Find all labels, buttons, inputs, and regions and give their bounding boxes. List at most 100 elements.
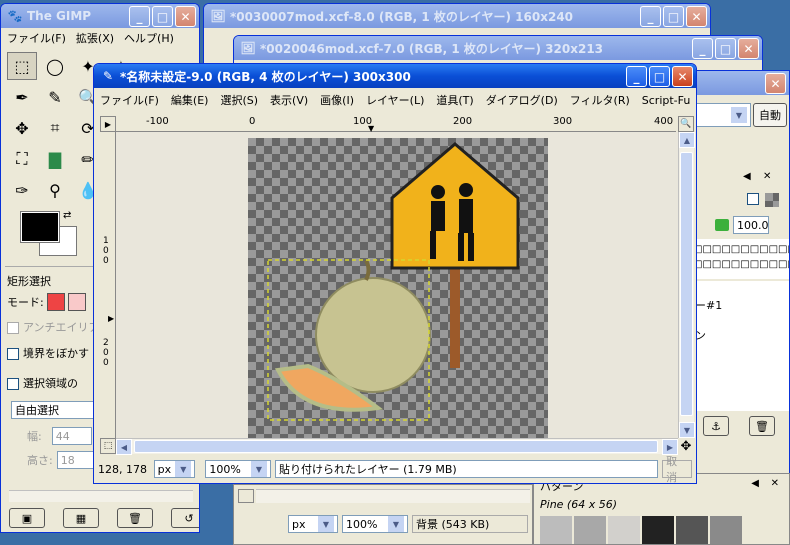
close-button[interactable]: ✕: [175, 6, 196, 27]
dock-arrow-icon[interactable]: ◀: [743, 171, 751, 182]
maximize-button[interactable]: □: [649, 66, 670, 87]
menu-arrow-icon[interactable]: ▶: [100, 116, 116, 132]
horizontal-scrollbar[interactable]: ◀ ▶: [116, 438, 678, 455]
path-tool-icon[interactable]: ✒: [7, 83, 37, 111]
airbrush-tool-icon[interactable]: ✑: [7, 176, 37, 204]
close-icon[interactable]: ✕: [771, 478, 779, 489]
foreground-color-swatch[interactable]: [20, 211, 60, 243]
minimize-button[interactable]: _: [129, 6, 150, 27]
zoom-select[interactable]: 100% ▼: [342, 515, 408, 533]
mode-add-button[interactable]: [67, 293, 86, 311]
maximize-button[interactable]: □: [715, 38, 736, 59]
menu-edit[interactable]: 編集(E): [171, 92, 209, 108]
titlebar[interactable]: 🐾 The GIMP _ □ ✕: [1, 4, 199, 28]
dock-titlebar[interactable]: ✕: [691, 71, 789, 95]
scroll-down-icon[interactable]: ▼: [679, 422, 695, 438]
cancel-button[interactable]: 取消: [662, 455, 693, 483]
reset-options-button[interactable]: ↺: [171, 508, 199, 528]
feather-checkbox[interactable]: [7, 348, 19, 360]
pattern-swatch[interactable]: [574, 516, 606, 544]
menu-file[interactable]: ファイル(F): [7, 30, 66, 46]
rect-select-tool-icon[interactable]: ⬚: [7, 52, 37, 80]
mode-replace-button[interactable]: [46, 293, 65, 311]
pattern-swatch[interactable]: [676, 516, 708, 544]
menu-tools[interactable]: 道具(T): [436, 92, 473, 108]
quick-mask-icon[interactable]: ⬚: [100, 438, 116, 454]
menu-layer[interactable]: レイヤー(L): [366, 92, 424, 108]
layer-list[interactable]: ー#1 ン: [691, 281, 789, 411]
menu-view[interactable]: 表示(V): [270, 92, 308, 108]
vertical-scrollbar[interactable]: ▲ ▼: [678, 132, 695, 438]
menu-script-fu[interactable]: Script-Fu: [642, 94, 691, 107]
opacity-slider[interactable]: [715, 219, 729, 231]
layer-list-header[interactable]: □□□□□□□□□□□□ □□□□□□□□□□□□: [691, 239, 789, 279]
crop-tool-icon[interactable]: ⌗: [40, 114, 70, 142]
titlebar[interactable]: 🖼 *0020046mod.xcf-7.0 (RGB, 1 枚のレイヤー) 32…: [234, 36, 762, 60]
horizontal-ruler[interactable]: -100 0 100 200 300 400 ▼: [116, 116, 676, 133]
restore-options-button[interactable]: ▦: [63, 508, 99, 528]
menu-filters[interactable]: フィルタ(R): [570, 92, 630, 108]
vertical-ruler[interactable]: 1 0 0 2 0 0 ▶: [100, 132, 116, 438]
layer-row[interactable]: ン: [695, 321, 787, 351]
minimize-button[interactable]: _: [626, 66, 647, 87]
canvas-viewport[interactable]: [116, 132, 678, 438]
width-input[interactable]: 44: [51, 427, 92, 445]
scroll-up-icon[interactable]: ▲: [679, 132, 695, 148]
close-button[interactable]: ✕: [765, 73, 786, 94]
unit-select[interactable]: px ▼: [288, 515, 338, 533]
close-icon[interactable]: ✕: [763, 171, 771, 182]
menu-select[interactable]: 選択(S): [220, 92, 258, 108]
minimize-button[interactable]: _: [640, 6, 661, 27]
pattern-swatch[interactable]: [710, 516, 742, 544]
pattern-swatch[interactable]: [540, 516, 572, 544]
menu-dialogs[interactable]: ダイアログ(D): [486, 92, 558, 108]
titlebar[interactable]: ✎ *名称未設定-9.0 (RGB, 4 枚のレイヤー) 300x300 _ □…: [94, 64, 696, 88]
titlebar[interactable]: 🖼 *0030007mod.xcf-8.0 (RGB, 1 枚のレイヤー) 16…: [204, 4, 710, 28]
lock-checkbox[interactable]: [747, 193, 759, 205]
anchor-layer-button[interactable]: ⚓: [703, 416, 729, 436]
menu-image[interactable]: 画像(I): [320, 92, 354, 108]
dock-arrow-icon[interactable]: ◀: [751, 478, 759, 489]
unit-select[interactable]: px ▼: [153, 460, 196, 478]
pattern-grid[interactable]: [540, 516, 742, 544]
pattern-swatch[interactable]: [642, 516, 674, 544]
minimize-button[interactable]: _: [692, 38, 713, 59]
maximize-button[interactable]: □: [152, 6, 173, 27]
delete-layer-button[interactable]: 🗑: [749, 416, 775, 436]
clone-tool-icon[interactable]: ⚲: [40, 176, 70, 204]
select-mode-dropdown[interactable]: 自由選択: [11, 401, 95, 419]
swap-colors-icon[interactable]: ⇄: [63, 210, 71, 221]
options-scrollbar[interactable]: [9, 490, 193, 502]
image-select[interactable]: ▼: [691, 103, 751, 127]
menu-extensions[interactable]: 拡張(X): [76, 30, 114, 46]
navigate-icon[interactable]: ✥: [678, 438, 694, 454]
bucket-fill-tool-icon[interactable]: ⛶: [7, 145, 37, 173]
delete-options-button[interactable]: 🗑: [117, 508, 153, 528]
menu-help[interactable]: ヘルプ(H): [124, 30, 174, 46]
color-picker-tool-icon[interactable]: ✎: [40, 83, 70, 111]
auto-button[interactable]: 自動: [753, 103, 787, 127]
opacity-input[interactable]: 100.0: [733, 216, 769, 234]
navigate-icon[interactable]: [238, 489, 254, 503]
antialias-checkbox[interactable]: [7, 322, 19, 334]
lock-alpha-icon[interactable]: [765, 193, 779, 207]
blend-tool-icon[interactable]: ▇: [40, 145, 70, 173]
horizontal-scrollbar[interactable]: [256, 489, 530, 503]
menu-file[interactable]: ファイル(F): [100, 92, 159, 108]
move-tool-icon[interactable]: ✥: [7, 114, 37, 142]
image-canvas[interactable]: [248, 138, 548, 438]
ellipse-select-tool-icon[interactable]: ◯: [40, 52, 70, 80]
horizontal-scroll-thumb[interactable]: [134, 440, 658, 453]
close-button[interactable]: ✕: [738, 38, 759, 59]
maximize-button[interactable]: □: [663, 6, 684, 27]
save-options-button[interactable]: ▣: [9, 508, 45, 528]
vertical-scroll-thumb[interactable]: [680, 152, 693, 416]
scroll-left-icon[interactable]: ◀: [116, 439, 132, 455]
close-button[interactable]: ✕: [672, 66, 693, 87]
zoom-select[interactable]: 100% ▼: [205, 460, 271, 478]
zoom-icon[interactable]: 🔍: [678, 116, 694, 132]
close-button[interactable]: ✕: [686, 6, 707, 27]
rounded-checkbox[interactable]: [7, 378, 19, 390]
pattern-swatch[interactable]: [608, 516, 640, 544]
height-input[interactable]: 18: [56, 451, 97, 469]
